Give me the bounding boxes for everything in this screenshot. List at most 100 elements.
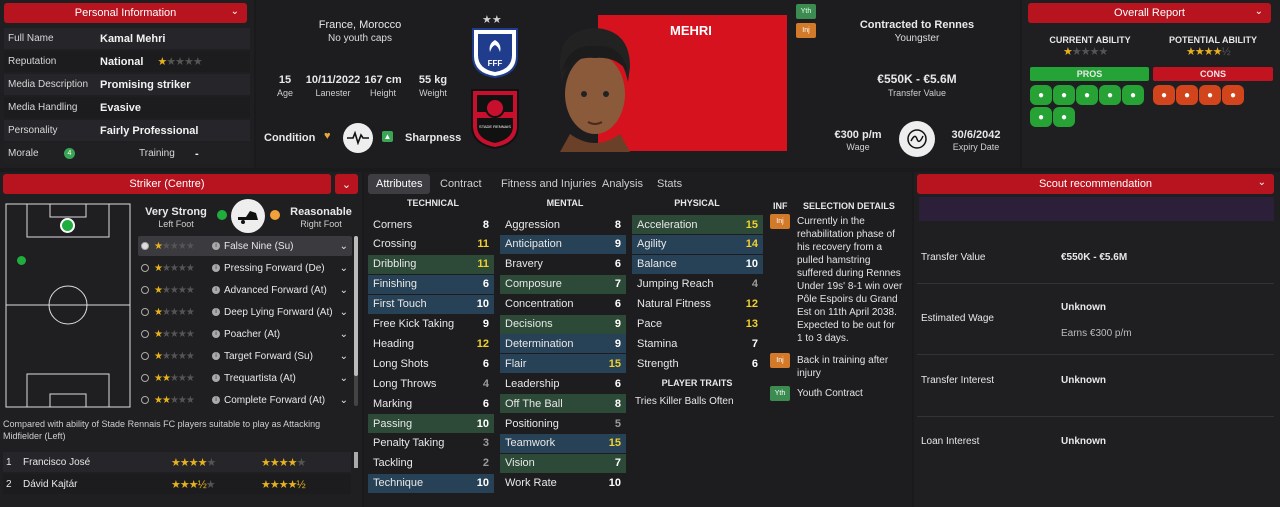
overall-report-header[interactable]: Overall Report ⌄ <box>1028 3 1271 23</box>
info-icon[interactable]: i <box>212 242 220 250</box>
chevron-down-icon[interactable]: ⌄ <box>1255 6 1263 17</box>
info-icon[interactable]: i <box>212 330 220 338</box>
attribute-row[interactable]: Stamina 7 <box>632 334 763 353</box>
attribute-row[interactable]: Work Rate 10 <box>500 474 626 493</box>
attribute-row[interactable]: Pace 13 <box>632 315 763 334</box>
role-radio-icon[interactable] <box>141 264 149 272</box>
attribute-row[interactable]: Crossing 11 <box>368 235 494 254</box>
heading-icon[interactable]: ● <box>1030 107 1052 127</box>
attribute-row[interactable]: Teamwork 15 <box>500 433 626 453</box>
tackling-icon[interactable]: ● <box>1199 85 1221 105</box>
attribute-row[interactable]: Free Kick Taking 9 <box>368 315 494 334</box>
attribute-row[interactable]: Balance 10 <box>632 254 763 274</box>
chevron-down-icon[interactable]: ⌄ <box>231 6 239 17</box>
role-radio-icon[interactable] <box>141 242 149 250</box>
attribute-row[interactable]: Jumping Reach 4 <box>632 275 763 294</box>
inj-badge[interactable]: Inj <box>796 23 816 38</box>
attribute-row[interactable]: Strength 6 <box>632 354 763 373</box>
inj-badge[interactable]: Inj <box>770 214 790 229</box>
agility-icon[interactable]: ● <box>1076 85 1098 105</box>
determination-icon[interactable]: ● <box>1176 85 1198 105</box>
attribute-row[interactable]: Decisions 9 <box>500 314 626 334</box>
role-row[interactable]: ★★★★★ i Poacher (At) ⌄ <box>138 324 352 344</box>
position-header[interactable]: Striker (Centre) <box>3 174 331 194</box>
tab-analysis[interactable]: Analysis <box>597 174 648 194</box>
attribute-row[interactable]: Penalty Taking 3 <box>368 434 494 453</box>
role-row[interactable]: ★★★★★ i Complete Forward (At) ⌄ <box>138 390 352 410</box>
comparison-player-row[interactable]: 2 Dávid Kajtár ★★★½★ ★★★★½ <box>3 474 351 494</box>
attribute-row[interactable]: Bravery 6 <box>500 255 626 274</box>
chevron-down-icon[interactable]: ⌄ <box>340 395 348 406</box>
role-row[interactable]: ★★★★★ i Advanced Forward (At) ⌄ <box>138 280 352 300</box>
comparison-player-row[interactable]: 1 Francisco José ★★★★★ ★★★★★ <box>3 452 351 472</box>
attribute-row[interactable]: Long Throws 4 <box>368 374 494 393</box>
penalty-icon[interactable]: ● <box>1222 85 1244 105</box>
attribute-row[interactable]: Corners 8 <box>368 215 494 234</box>
info-icon[interactable]: i <box>212 264 220 272</box>
attribute-row[interactable]: First Touch 10 <box>368 294 494 314</box>
flair-icon[interactable]: ● <box>1099 85 1121 105</box>
acceleration-icon[interactable]: ● <box>1053 85 1075 105</box>
chevron-down-icon[interactable]: ⌄ <box>340 351 348 362</box>
tab-fitness-and-injuries[interactable]: Fitness and Injuries <box>496 174 601 194</box>
tab-stats[interactable]: Stats <box>652 174 687 194</box>
attribute-row[interactable]: Anticipation 9 <box>500 234 626 254</box>
tab-attributes[interactable]: Attributes <box>368 174 431 194</box>
attribute-row[interactable]: Concentration 6 <box>500 295 626 314</box>
strength-icon[interactable]: ● <box>1153 85 1175 105</box>
inj-badge[interactable]: Inj <box>770 353 790 368</box>
attribute-row[interactable]: Agility 14 <box>632 234 763 254</box>
role-row[interactable]: ★★★★★ i Target Forward (Su) ⌄ <box>138 346 352 366</box>
attribute-row[interactable]: Aggression 8 <box>500 215 626 234</box>
attribute-row[interactable]: Long Shots 6 <box>368 354 494 373</box>
chevron-down-icon[interactable]: ⌄ <box>340 263 348 274</box>
attribute-row[interactable]: Acceleration 15 <box>632 215 763 234</box>
chevron-down-icon[interactable]: ⌄ <box>340 241 348 252</box>
attribute-row[interactable]: Flair 15 <box>500 354 626 374</box>
chevron-down-icon[interactable]: ⌄ <box>340 373 348 384</box>
role-row[interactable]: ★★★★★ i False Nine (Su) ⌄ <box>138 236 352 256</box>
roles-scrollbar[interactable] <box>354 236 358 406</box>
role-row[interactable]: ★★★★★ i Deep Lying Forward (At) ⌄ <box>138 302 352 322</box>
attribute-row[interactable]: Natural Fitness 12 <box>632 295 763 314</box>
attribute-row[interactable]: Dribbling 11 <box>368 254 494 274</box>
attribute-row[interactable]: Vision 7 <box>500 453 626 473</box>
yth-badge[interactable]: Yth <box>796 4 816 19</box>
chevron-down-icon[interactable]: ⌄ <box>340 307 348 318</box>
info-icon[interactable]: i <box>212 374 220 382</box>
role-radio-icon[interactable] <box>141 374 149 382</box>
attribute-row[interactable]: Off The Ball 8 <box>500 394 626 414</box>
tab-contract[interactable]: Contract <box>435 174 487 194</box>
role-radio-icon[interactable] <box>141 352 149 360</box>
role-radio-icon[interactable] <box>141 330 149 338</box>
scout-header[interactable]: Scout recommendation ⌄ <box>917 174 1274 194</box>
role-row[interactable]: ★★★★★ i Trequartista (At) ⌄ <box>138 368 352 388</box>
attribute-row[interactable]: Leadership 6 <box>500 374 626 393</box>
attribute-row[interactable]: Determination 9 <box>500 334 626 354</box>
attribute-row[interactable]: Technique 10 <box>368 473 494 493</box>
comparison-scrollbar[interactable] <box>354 452 358 468</box>
attribute-row[interactable]: Finishing 6 <box>368 274 494 294</box>
chevron-down-icon[interactable]: ⌄ <box>340 329 348 340</box>
role-radio-icon[interactable] <box>141 308 149 316</box>
attribute-row[interactable]: Heading 12 <box>368 334 494 353</box>
info-icon[interactable]: i <box>212 352 220 360</box>
yth-badge[interactable]: Yth <box>770 386 790 401</box>
chevron-down-icon[interactable]: ⌄ <box>1258 177 1266 188</box>
role-row[interactable]: ★★★★★ i Pressing Forward (De) ⌄ <box>138 258 352 278</box>
role-radio-icon[interactable] <box>141 286 149 294</box>
attribute-row[interactable]: Marking 6 <box>368 394 494 413</box>
info-icon[interactable]: i <box>212 308 220 316</box>
info-icon[interactable]: i <box>212 286 220 294</box>
chevron-down-icon[interactable]: ⌄ <box>340 285 348 296</box>
attribute-row[interactable]: Tackling 2 <box>368 454 494 473</box>
info-icon[interactable]: i <box>212 396 220 404</box>
attribute-row[interactable]: Composure 7 <box>500 274 626 294</box>
pace-icon[interactable]: ● <box>1030 85 1052 105</box>
teamwork-icon[interactable]: ● <box>1122 85 1144 105</box>
position-dropdown-button[interactable]: ⌄ <box>335 174 358 194</box>
personal-info-header[interactable]: Personal Information ⌄ <box>4 3 247 23</box>
attribute-row[interactable]: Positioning 5 <box>500 414 626 433</box>
role-radio-icon[interactable] <box>141 396 149 404</box>
attribute-row[interactable]: Passing 10 <box>368 414 494 433</box>
